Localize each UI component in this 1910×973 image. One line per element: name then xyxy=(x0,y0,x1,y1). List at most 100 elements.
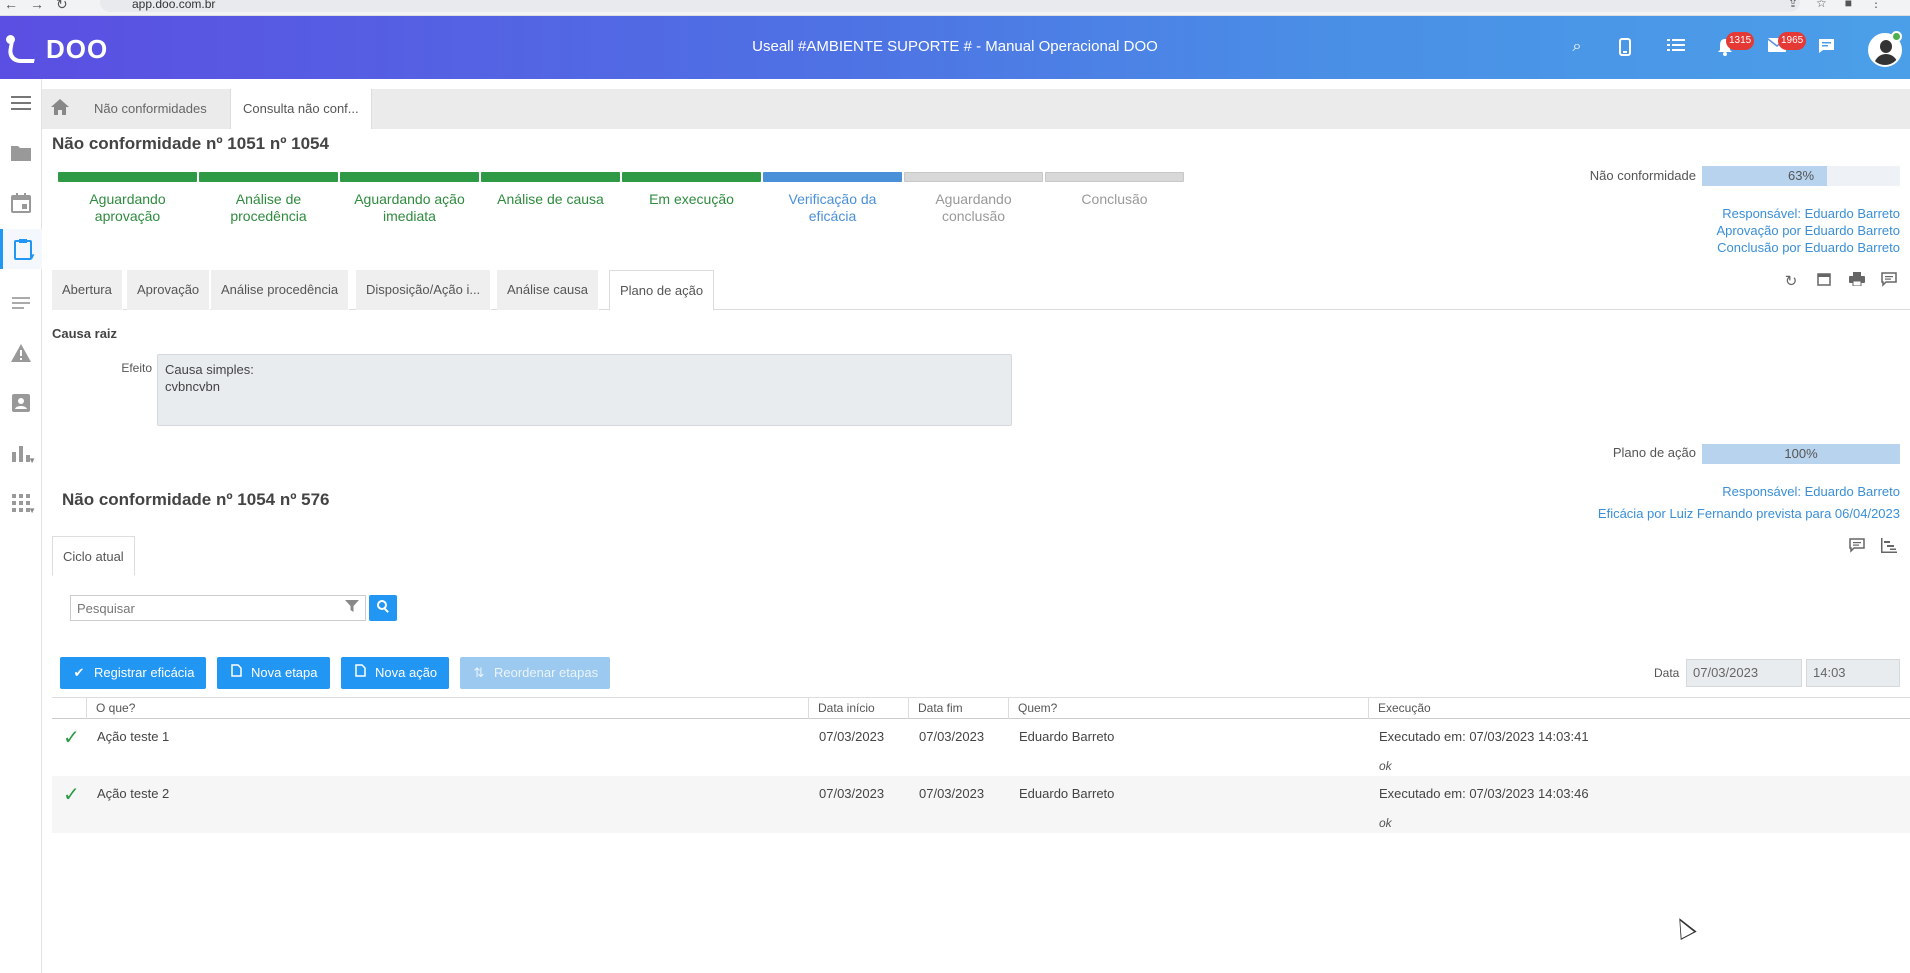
chat-icon[interactable] xyxy=(1815,38,1837,58)
breadcrumb: Não conformidades Consulta não conf... xyxy=(42,89,1910,129)
cell-who: Eduardo Barreto xyxy=(1019,729,1115,744)
app-header: DOO Useall #AMBIENTE SUPORTE # - Manual … xyxy=(0,16,1910,79)
step-analise-procedencia: Análise de procedência xyxy=(199,172,338,225)
step-label: Análise de procedência xyxy=(230,191,307,224)
tab-ciclo-atual[interactable]: Ciclo atual xyxy=(52,536,135,576)
step-bar xyxy=(763,172,902,182)
check-icon: ✓ xyxy=(63,784,80,806)
sort-icon: ⇅ xyxy=(473,665,485,680)
table-header: O que? Data início Data fim Quem? Execuç… xyxy=(52,697,1910,719)
calendar-icon[interactable] xyxy=(0,183,42,223)
apps-grid-icon[interactable]: ▼ xyxy=(0,483,42,523)
nc-responsavel-link[interactable]: Responsável: Eduardo Barreto xyxy=(1722,206,1900,221)
search-icon xyxy=(376,600,390,616)
cell-start: 07/03/2023 xyxy=(819,786,885,801)
tab-abertura[interactable]: Abertura xyxy=(52,270,123,310)
nova-etapa-button[interactable]: Nova etapa xyxy=(217,657,330,689)
list-icon[interactable] xyxy=(1665,38,1687,58)
chevron-down-icon: ▼ xyxy=(28,506,36,515)
tab-plano-de-acao[interactable]: Plano de ação xyxy=(609,270,715,311)
address-bar-url: app.doo.com.br xyxy=(132,0,216,11)
registrar-eficacia-label: Registrar eficácia xyxy=(94,665,195,680)
plan-progress-label: Plano de ação xyxy=(1612,445,1696,460)
menu-icon[interactable] xyxy=(0,83,42,123)
breadcrumb-consulta[interactable]: Consulta não conf... xyxy=(230,89,372,129)
nc-aprovacao-link[interactable]: Aprovação por Eduardo Barreto xyxy=(1716,223,1900,238)
cell-note: ok xyxy=(1379,816,1392,830)
step-label: Aguardando conclusão xyxy=(935,191,1012,224)
chart-icon[interactable]: ▼ xyxy=(0,433,42,473)
browser-nav-icons[interactable]: ←→↻ xyxy=(4,0,80,13)
table-row[interactable]: ✓ Ação teste 1 07/03/2023 07/03/2023 Edu… xyxy=(52,719,1910,776)
tab-analise-procedencia[interactable]: Análise procedência xyxy=(211,270,350,310)
plan-eficacia-link[interactable]: Eficácia por Luiz Fernando prevista para… xyxy=(1598,506,1900,521)
chevron-down-icon: ▼ xyxy=(28,456,36,465)
left-sidebar: ▼ ▼ ▼ xyxy=(0,79,42,973)
step-bar xyxy=(622,172,761,182)
search-input[interactable] xyxy=(77,599,337,617)
sub-nc-title: Não conformidade nº 1054 nº 576 xyxy=(62,490,330,509)
chevron-down-icon: ▼ xyxy=(28,252,36,261)
notifications-badge: 1315 xyxy=(1726,32,1755,50)
reordenar-etapas-button[interactable]: ⇅ Reordenar etapas xyxy=(460,657,611,689)
step-bar xyxy=(58,172,197,182)
cell-note: ok xyxy=(1379,759,1392,773)
nova-acao-label: Nova ação xyxy=(375,665,438,680)
breadcrumb-nao-conformidades[interactable]: Não conformidades xyxy=(82,89,219,129)
clipboard-icon[interactable]: ▼ xyxy=(0,229,42,269)
nc-conclusao-link[interactable]: Conclusão por Eduardo Barreto xyxy=(1717,240,1900,255)
step-label: Conclusão xyxy=(1081,191,1148,207)
step-label: Em execução xyxy=(649,191,734,207)
tab-analise-causa[interactable]: Análise causa xyxy=(497,270,599,310)
plan-responsavel-link[interactable]: Responsável: Eduardo Barreto xyxy=(1722,484,1900,499)
efeito-line-2: cvbncvbn xyxy=(165,379,220,394)
nova-acao-button[interactable]: Nova ação xyxy=(341,657,450,689)
time-field[interactable]: 14:03 xyxy=(1806,659,1900,687)
efeito-label: Efeito xyxy=(121,361,152,375)
folder-icon[interactable] xyxy=(0,133,42,173)
registrar-eficacia-button[interactable]: ✔ Registrar eficácia xyxy=(60,657,207,689)
efeito-field: Causa simples: cvbncvbn xyxy=(157,354,1012,426)
messages-badge: 1965 xyxy=(1778,32,1807,50)
col-header-quem[interactable]: Quem? xyxy=(1008,698,1368,719)
check-icon: ✓ xyxy=(63,727,80,749)
nc-progress-text: 63% xyxy=(1787,168,1815,183)
date-field[interactable]: 07/03/2023 xyxy=(1686,659,1802,687)
home-icon[interactable] xyxy=(48,98,72,118)
step-label: Análise de causa xyxy=(497,191,604,207)
nc-tabs: Abertura Aprovação Análise procedência D… xyxy=(52,270,1910,311)
notes-icon[interactable] xyxy=(0,283,42,323)
step-verificacao-eficacia: Verificação da eficácia xyxy=(763,172,902,225)
search-icon[interactable]: ⌕ xyxy=(1566,38,1588,58)
col-header-execucao[interactable]: Execução xyxy=(1368,698,1908,719)
search-button[interactable] xyxy=(369,595,397,621)
date-label: Data xyxy=(1654,666,1680,680)
step-analise-causa: Análise de causa xyxy=(481,172,620,208)
step-conclusao: Conclusão xyxy=(1045,172,1184,208)
filter-icon[interactable] xyxy=(343,599,361,617)
col-header-data-fim[interactable]: Data fim xyxy=(908,698,1008,719)
address-bar[interactable]: app.doo.com.br xyxy=(100,0,1800,12)
step-aguardando-aprovacao: Aguardando aprovação xyxy=(58,172,197,225)
cell-end: 07/03/2023 xyxy=(919,729,985,744)
step-bar xyxy=(1045,172,1184,182)
page-title: Não conformidade nº 1051 nº 1054 xyxy=(52,134,329,153)
causa-raiz-heading: Causa raiz xyxy=(52,326,118,341)
warning-icon[interactable] xyxy=(0,333,42,373)
col-header-o-que[interactable]: O que? xyxy=(86,698,809,719)
tab-disposicao-acao[interactable]: Disposição/Ação i... xyxy=(356,270,492,310)
mobile-icon[interactable] xyxy=(1614,38,1636,58)
reordenar-etapas-label: Reordenar etapas xyxy=(494,665,599,680)
contact-icon[interactable] xyxy=(0,383,42,423)
browser-toolbar: ←→↻ app.doo.com.br ⇪☆■⋮ xyxy=(0,0,1910,16)
step-label: Verificação da eficácia xyxy=(788,191,877,224)
table-row[interactable]: ✓ Ação teste 2 07/03/2023 07/03/2023 Edu… xyxy=(52,776,1910,833)
step-bar xyxy=(340,172,479,182)
col-header-data-inicio[interactable]: Data início xyxy=(808,698,908,719)
cell-exec: Executado em: 07/03/2023 14:03:41 xyxy=(1379,729,1589,744)
search-box xyxy=(70,595,366,621)
tab-aprovacao[interactable]: Aprovação xyxy=(127,270,211,310)
cell-who: Eduardo Barreto xyxy=(1019,786,1115,801)
action-table: O que? Data início Data fim Quem? Execuç… xyxy=(52,697,1910,833)
browser-extension-icons[interactable]: ⇪☆■⋮ xyxy=(1788,0,1900,10)
